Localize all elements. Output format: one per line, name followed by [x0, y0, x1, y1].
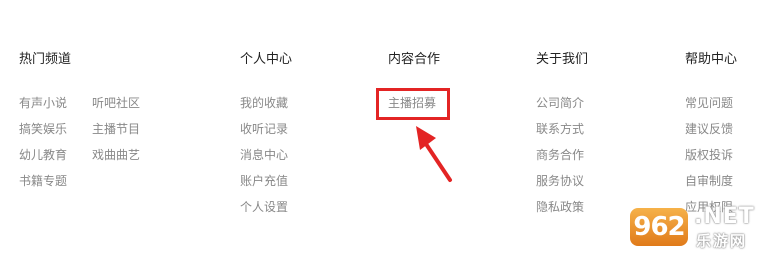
column-title-content: 内容合作 — [388, 52, 441, 67]
link-privacy[interactable]: 隐私政策 — [536, 197, 588, 223]
annotation-highlight-box — [376, 88, 450, 120]
column-help-center: 帮助中心 常见问题 建议反馈 版权投诉 自审制度 应用权限 — [685, 50, 737, 223]
column-title-about: 关于我们 — [536, 52, 589, 67]
column-about-us: 关于我们 公司简介 联系方式 商务合作 服务协议 隐私政策 — [536, 50, 588, 223]
link-recharge[interactable]: 账户充值 — [240, 171, 292, 197]
watermark-badge: 962 — [630, 208, 688, 246]
link-book-topics[interactable]: 书籍专题 — [19, 171, 71, 197]
watermark-net: .NET — [694, 204, 755, 229]
annotation-arrow-icon — [416, 126, 452, 182]
link-listen-history[interactable]: 收听记录 — [240, 119, 292, 145]
column-title-hot: 热门频道 — [19, 52, 72, 67]
link-audio-novels[interactable]: 有声小说 — [19, 93, 71, 119]
link-business[interactable]: 商务合作 — [536, 145, 588, 171]
column-hot-channels-secondary: 听吧社区 主播节目 戏曲曲艺 — [92, 93, 140, 171]
link-service-agreement[interactable]: 服务协议 — [536, 171, 588, 197]
link-contact[interactable]: 联系方式 — [536, 119, 588, 145]
link-opera[interactable]: 戏曲曲艺 — [92, 145, 140, 171]
column-title-personal: 个人中心 — [240, 52, 293, 67]
watermark-sub: 乐游网 — [696, 232, 748, 250]
link-community[interactable]: 听吧社区 — [92, 93, 140, 119]
column-personal-center: 个人中心 我的收藏 收听记录 消息中心 账户充值 个人设置 — [240, 50, 292, 223]
watermark-logo: 962 .NET 乐游网 — [628, 200, 768, 252]
link-self-review[interactable]: 自审制度 — [685, 171, 737, 197]
link-faq[interactable]: 常见问题 — [685, 93, 737, 119]
link-copyright-complaint[interactable]: 版权投诉 — [685, 145, 737, 171]
link-feedback[interactable]: 建议反馈 — [685, 119, 737, 145]
link-messages[interactable]: 消息中心 — [240, 145, 292, 171]
column-title-help: 帮助中心 — [685, 52, 738, 67]
link-host-programs[interactable]: 主播节目 — [92, 119, 140, 145]
link-settings[interactable]: 个人设置 — [240, 197, 292, 223]
link-favorites[interactable]: 我的收藏 — [240, 93, 292, 119]
link-kids-education[interactable]: 幼儿教育 — [19, 145, 71, 171]
column-hot-channels: 热门频道 有声小说 搞笑娱乐 幼儿教育 书籍专题 — [19, 50, 71, 197]
link-comedy[interactable]: 搞笑娱乐 — [19, 119, 71, 145]
link-company-intro[interactable]: 公司简介 — [536, 93, 588, 119]
